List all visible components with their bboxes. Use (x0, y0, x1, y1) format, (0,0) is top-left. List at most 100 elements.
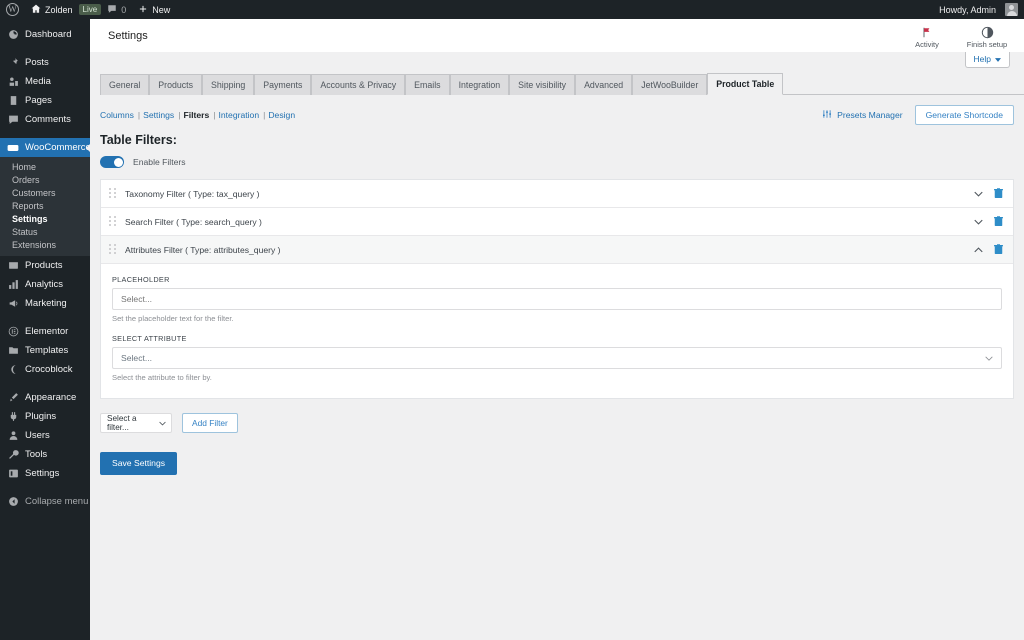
sidebar-item-media[interactable]: Media (0, 72, 90, 91)
sidebar-item-comments[interactable]: Comments (0, 110, 90, 129)
sidebar-divider (0, 44, 90, 53)
tab-general[interactable]: General (100, 74, 150, 95)
live-badge: Live (78, 3, 102, 16)
comment-bubble-icon (7, 114, 19, 126)
sidebar-item-collapse-menu[interactable]: Collapse menu (0, 492, 90, 511)
activity-button[interactable]: Activity (904, 22, 950, 49)
finish-setup-button[interactable]: Finish setup (964, 22, 1010, 49)
submenu-item-settings[interactable]: Settings (0, 212, 90, 225)
generate-shortcode-button[interactable]: Generate Shortcode (914, 104, 1014, 126)
sidebar-item-label: Crocoblock (25, 364, 73, 375)
crocoblock-moon-icon (7, 364, 19, 376)
woocommerce-icon (7, 142, 19, 154)
chevron-up-icon[interactable] (974, 246, 983, 253)
submenu-item-orders[interactable]: Orders (0, 173, 90, 186)
subnav-separator: | (213, 110, 216, 120)
subnav-item-columns[interactable]: Columns (100, 110, 134, 120)
submenu-item-status[interactable]: Status (0, 225, 90, 238)
subnav-separator: | (137, 110, 141, 120)
page-title: Settings (108, 29, 148, 42)
sidebar-item-appearance[interactable]: Appearance (0, 388, 90, 407)
sidebar-item-marketing[interactable]: Marketing (0, 294, 90, 313)
subnav-item-filters[interactable]: Filters (183, 110, 209, 120)
drag-handle-icon[interactable] (109, 216, 116, 227)
tab-accounts-privacy[interactable]: Accounts & Privacy (311, 74, 406, 95)
new-content-button[interactable]: New (132, 0, 176, 19)
site-name-button[interactable]: Zolden (25, 0, 79, 19)
enable-filters-toggle[interactable] (100, 156, 124, 168)
sidebar-item-templates[interactable]: Templates (0, 341, 90, 360)
add-filter-button[interactable]: Add Filter (182, 413, 238, 434)
sidebar-item-users[interactable]: Users (0, 426, 90, 445)
filter-row[interactable]: Attributes Filter ( Type: attributes_que… (101, 236, 1013, 264)
sidebar-item-label: Media (25, 76, 51, 87)
sidebar-item-elementor[interactable]: Elementor (0, 322, 90, 341)
submenu-item-reports[interactable]: Reports (0, 199, 90, 212)
sidebar-item-pages[interactable]: Pages (0, 91, 90, 110)
sidebar-item-plugins[interactable]: Plugins (0, 407, 90, 426)
sidebar-item-label: Templates (25, 345, 69, 356)
sidebar-item-posts[interactable]: Posts (0, 53, 90, 72)
tab-product-table[interactable]: Product Table (707, 73, 784, 95)
drag-handle-icon[interactable] (109, 244, 116, 255)
sidebar-item-products[interactable]: Products (0, 256, 90, 275)
section-title: Table Filters: (100, 133, 177, 147)
woocommerce-submenu: Home Orders Customers Reports Settings S… (0, 157, 90, 256)
account-menu[interactable]: Howdy, Admin (933, 0, 1024, 19)
chevron-down-icon[interactable] (974, 219, 983, 225)
subnav-item-settings[interactable]: Settings (143, 110, 174, 120)
submenu-item-home[interactable]: Home (0, 160, 90, 173)
tab-payments[interactable]: Payments (254, 74, 312, 95)
subnav-item-design[interactable]: Design (268, 110, 295, 120)
toggle-knob (113, 157, 123, 167)
plug-icon (7, 411, 19, 423)
tab-products[interactable]: Products (149, 74, 203, 95)
sidebar-item-settings[interactable]: Settings (0, 464, 90, 483)
chevron-down-icon[interactable] (974, 191, 983, 197)
finish-setup-label: Finish setup (966, 40, 1008, 49)
sidebar-item-woocommerce[interactable]: WooCommerce (0, 138, 91, 157)
half-circle-icon (981, 25, 994, 39)
comment-bubble-icon (107, 4, 117, 16)
filter-row[interactable]: Taxonomy Filter ( Type: tax_query ) (101, 180, 1013, 208)
elementor-icon (7, 326, 19, 338)
sidebar-item-dashboard[interactable]: Dashboard (0, 25, 90, 44)
megaphone-icon (7, 298, 19, 310)
placeholder-input[interactable] (112, 288, 1002, 310)
help-tab[interactable]: Help (964, 52, 1010, 68)
sidebar-item-label: Collapse menu (25, 496, 89, 507)
chevron-down-icon (159, 419, 166, 428)
select-a-filter-dropdown[interactable]: Select a filter... (100, 413, 172, 434)
save-settings-button[interactable]: Save Settings (100, 452, 178, 475)
submenu-item-customers[interactable]: Customers (0, 186, 90, 199)
delete-filter-icon[interactable] (994, 216, 1003, 227)
delete-filter-icon[interactable] (994, 244, 1003, 255)
tab-shipping[interactable]: Shipping (202, 74, 255, 95)
sidebar-item-analytics[interactable]: Analytics (0, 275, 90, 294)
header-actions: Activity Finish setup (904, 22, 1024, 49)
collapse-icon (7, 496, 19, 508)
drag-handle-icon[interactable] (109, 188, 116, 199)
tab-jetwoobuilder[interactable]: JetWooBuilder (632, 74, 708, 95)
subnav-item-integration[interactable]: Integration (218, 110, 259, 120)
submenu-item-extensions[interactable]: Extensions (0, 238, 90, 251)
sidebar-item-crocoblock[interactable]: Crocoblock (0, 360, 90, 379)
filter-row[interactable]: Search Filter ( Type: search_query ) (101, 208, 1013, 236)
tab-emails[interactable]: Emails (405, 74, 450, 95)
page-content: Settings Activity Finish setup Help Gene… (90, 19, 1024, 640)
presets-manager-button[interactable]: Presets Manager (822, 109, 903, 121)
delete-filter-icon[interactable] (994, 188, 1003, 199)
tab-site-visibility[interactable]: Site visibility (509, 74, 576, 95)
wp-logo-button[interactable]: W (0, 0, 25, 19)
comments-button[interactable]: 0 (101, 0, 132, 19)
sidebar-divider (0, 483, 90, 492)
chevron-down-icon (985, 353, 993, 363)
users-icon (7, 430, 19, 442)
select-attribute-field-help: Select the attribute to filter by. (112, 373, 212, 382)
filter-row-actions (974, 244, 1003, 255)
select-attribute-dropdown[interactable]: Select... (112, 347, 1002, 369)
sidebar-item-label: Users (25, 430, 50, 441)
sidebar-item-tools[interactable]: Tools (0, 445, 90, 464)
tab-integration[interactable]: Integration (449, 74, 510, 95)
tab-advanced[interactable]: Advanced (575, 74, 633, 95)
